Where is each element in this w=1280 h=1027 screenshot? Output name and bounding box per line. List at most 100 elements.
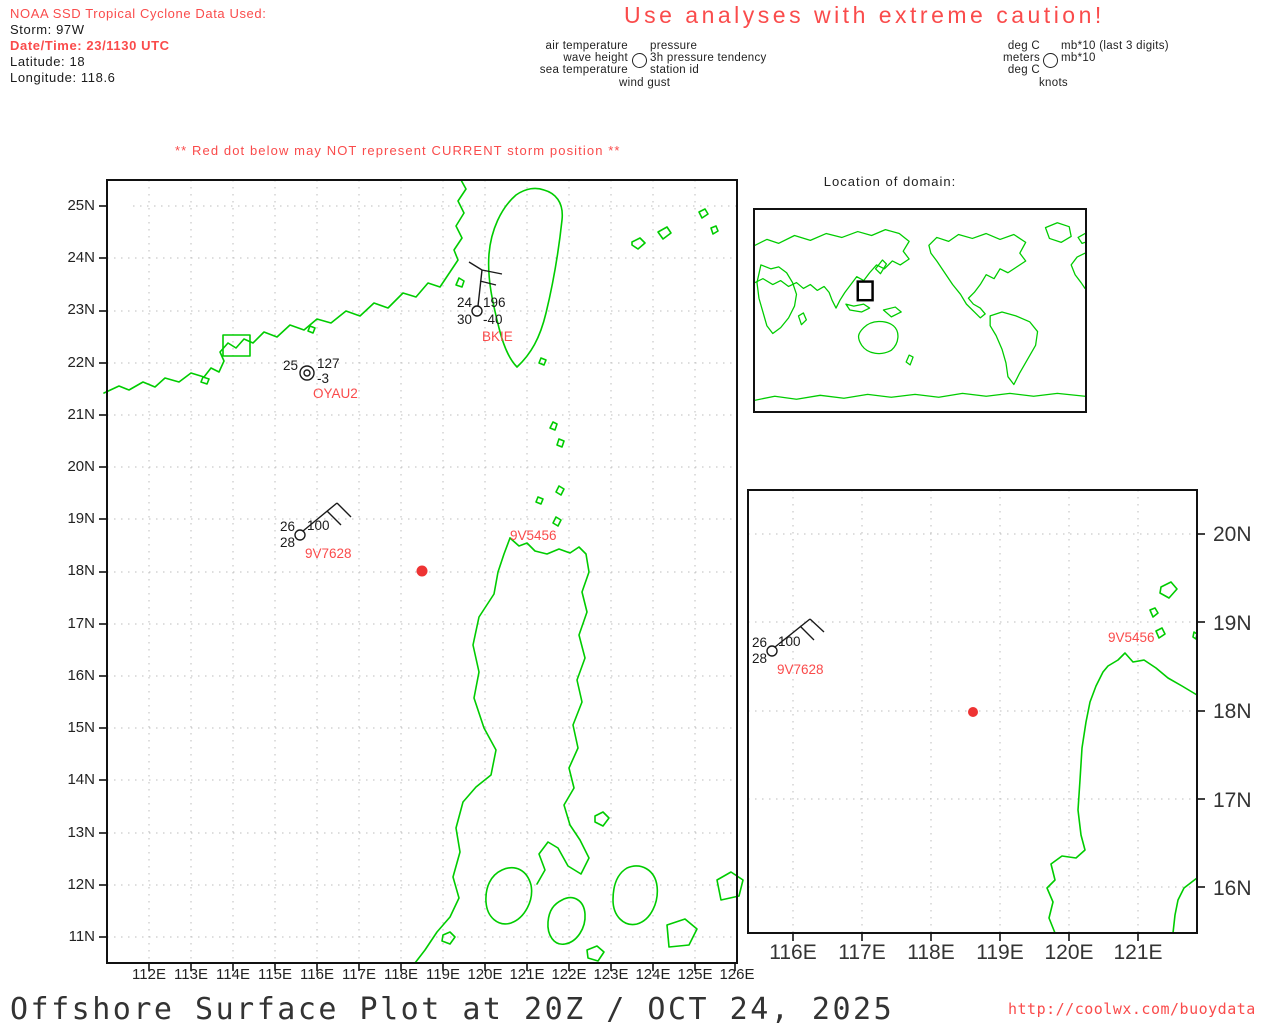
legend-unit-degc-2: deg C: [1007, 64, 1040, 76]
visayas-islet-1: [666, 918, 698, 948]
ryukyu-islet-4: [710, 225, 719, 235]
station-id-label: 9V7628: [777, 662, 824, 677]
lon-tick-label: 121E: [1113, 941, 1163, 964]
inset-islet-3: [1155, 627, 1166, 639]
indonesia-coastline: [845, 303, 871, 313]
legend-unit-mb10: mb*10: [1061, 52, 1096, 64]
air-temp-value: 26: [752, 635, 767, 650]
tc-info-latitude: Latitude: 18: [10, 54, 86, 69]
inset-islet-2: [1149, 607, 1159, 618]
inset-storm-position-dot: [968, 707, 978, 717]
visayas-islet-3: [586, 945, 605, 962]
plot-title: Offshore Surface Plot at 20Z / OCT 24, 2…: [10, 992, 895, 1027]
lat-tick-label: 18N: [67, 562, 95, 579]
world-inset-map: [753, 208, 1087, 413]
lat-tick-label: 20N: [67, 458, 95, 475]
west-africa-edge-coastline: [1070, 252, 1086, 290]
penghu-islet: [455, 277, 465, 288]
air-temp-value: 26: [280, 519, 295, 534]
legend-pressure-tendency: 3h pressure tendency: [650, 52, 767, 64]
pressure-value: 100: [307, 518, 330, 533]
air-temp-value: 25: [283, 358, 298, 373]
lat-tick-label: 11N: [68, 928, 95, 945]
greenland-coastline: [1044, 222, 1072, 243]
lat-tick-label: 16N: [1213, 877, 1252, 900]
batanes-islet-2: [556, 438, 565, 448]
pressure-value: 196: [483, 295, 506, 310]
lon-tick-label: 120E: [467, 966, 503, 983]
lon-tick-label: 117E: [838, 941, 886, 964]
station-id-label: OYAU2: [313, 386, 358, 401]
lat-tick-label: 21N: [67, 406, 95, 423]
legend-pressure: pressure: [650, 40, 698, 52]
lon-tick-label: 119E: [976, 941, 1024, 964]
station-bkie: 24 196 30 -40 BKIE: [457, 261, 513, 344]
legend-sea-temperature: sea temperature: [539, 64, 628, 76]
coastal-islet: [307, 325, 316, 334]
lat-tick-label: 25N: [67, 197, 95, 214]
legend-wave-height: wave height: [563, 52, 628, 64]
lat-tick-label: 16N: [67, 667, 95, 684]
zoom-inset-map: 26 28 100 9V7628 9V5456: [747, 489, 1205, 941]
pressure-tendency-value: -40: [483, 312, 503, 327]
pearl-delta-islet: [200, 376, 210, 385]
lon-tick-label: 124E: [635, 966, 671, 983]
lon-tick-label: 117E: [342, 966, 376, 983]
lon-tick-label: 126E: [719, 966, 755, 983]
tc-info-title: NOAA SSD Tropical Cyclone Data Used:: [10, 6, 267, 21]
catanduanes-islet: [594, 811, 610, 827]
world-map-svg: [754, 222, 1086, 401]
lon-tick-label: 112E: [132, 966, 166, 983]
ryukyu-islet-1: [631, 237, 646, 250]
lon-tick-label: 115E: [258, 966, 292, 983]
world-inset-title: Location of domain:: [823, 174, 957, 189]
luzon-north-east-coastline: [509, 537, 590, 885]
caution-headline: Use analyses with extreme caution!: [624, 2, 1105, 28]
taiwan-se-islet: [538, 357, 547, 366]
visayas-islet-4: [441, 931, 456, 945]
eurasia-coastline: [754, 228, 910, 309]
lon-tick-label: 113E: [174, 966, 208, 983]
lat-tick-label: 17N: [67, 615, 95, 632]
lon-tick-label: 121E: [509, 966, 545, 983]
domain-rectangle: [856, 280, 874, 302]
lon-tick-label: 118E: [384, 966, 418, 983]
panay-island: [547, 896, 586, 945]
new-guinea-coastline: [882, 306, 902, 318]
sea-temp-value: 30: [457, 312, 472, 327]
pressure-value: 127: [317, 356, 340, 371]
station-circle: [294, 529, 306, 541]
babuyan-islet-2: [552, 516, 562, 527]
mindoro-island: [485, 866, 533, 925]
legend-wind-gust: wind gust: [619, 77, 671, 89]
air-temp-value: 24: [457, 295, 473, 310]
antarctica-coastline: [754, 392, 1086, 401]
lon-tick-label: 122E: [551, 966, 587, 983]
ryukyu-islet-2: [657, 226, 672, 240]
lon-tick-label: 114E: [216, 966, 250, 983]
luzon-nw-coastline: [1046, 652, 1198, 934]
hong-kong-box: [222, 334, 251, 357]
lon-tick-label: 119E: [426, 966, 460, 983]
station-circle: [766, 645, 778, 657]
tc-info-block: NOAA SSD Tropical Cyclone Data Used: Sto…: [10, 6, 266, 86]
lat-tick-label: 20N: [1213, 523, 1252, 546]
lat-tick-label: 19N: [67, 510, 95, 527]
luzon-east-coastline: [1172, 877, 1198, 934]
station-9v5456-label: 9V5456: [510, 528, 557, 543]
site-url-link[interactable]: http://coolwx.com/buoydata: [1008, 1000, 1256, 1018]
australia-coastline: [857, 320, 899, 355]
world-coastlines: [754, 222, 1086, 401]
station-model-circle-icon: [632, 53, 647, 68]
main-map: 24 196 30 -40 BKIE 25 127 -3 OYAU2 26 28…: [99, 179, 744, 971]
station-id-label: 9V7628: [305, 546, 352, 561]
storm-position-dot: [416, 565, 428, 577]
batanes-islet-3: [555, 485, 565, 496]
lon-tick-label: 116E: [300, 966, 334, 983]
lon-tick-label: 125E: [677, 966, 713, 983]
lat-tick-label: 18N: [1213, 700, 1252, 723]
lat-tick-label: 14N: [67, 771, 95, 788]
inset-islet-1: [1159, 581, 1178, 599]
lon-tick-label: 116E: [769, 941, 817, 964]
lat-tick-label: 19N: [1213, 612, 1252, 635]
